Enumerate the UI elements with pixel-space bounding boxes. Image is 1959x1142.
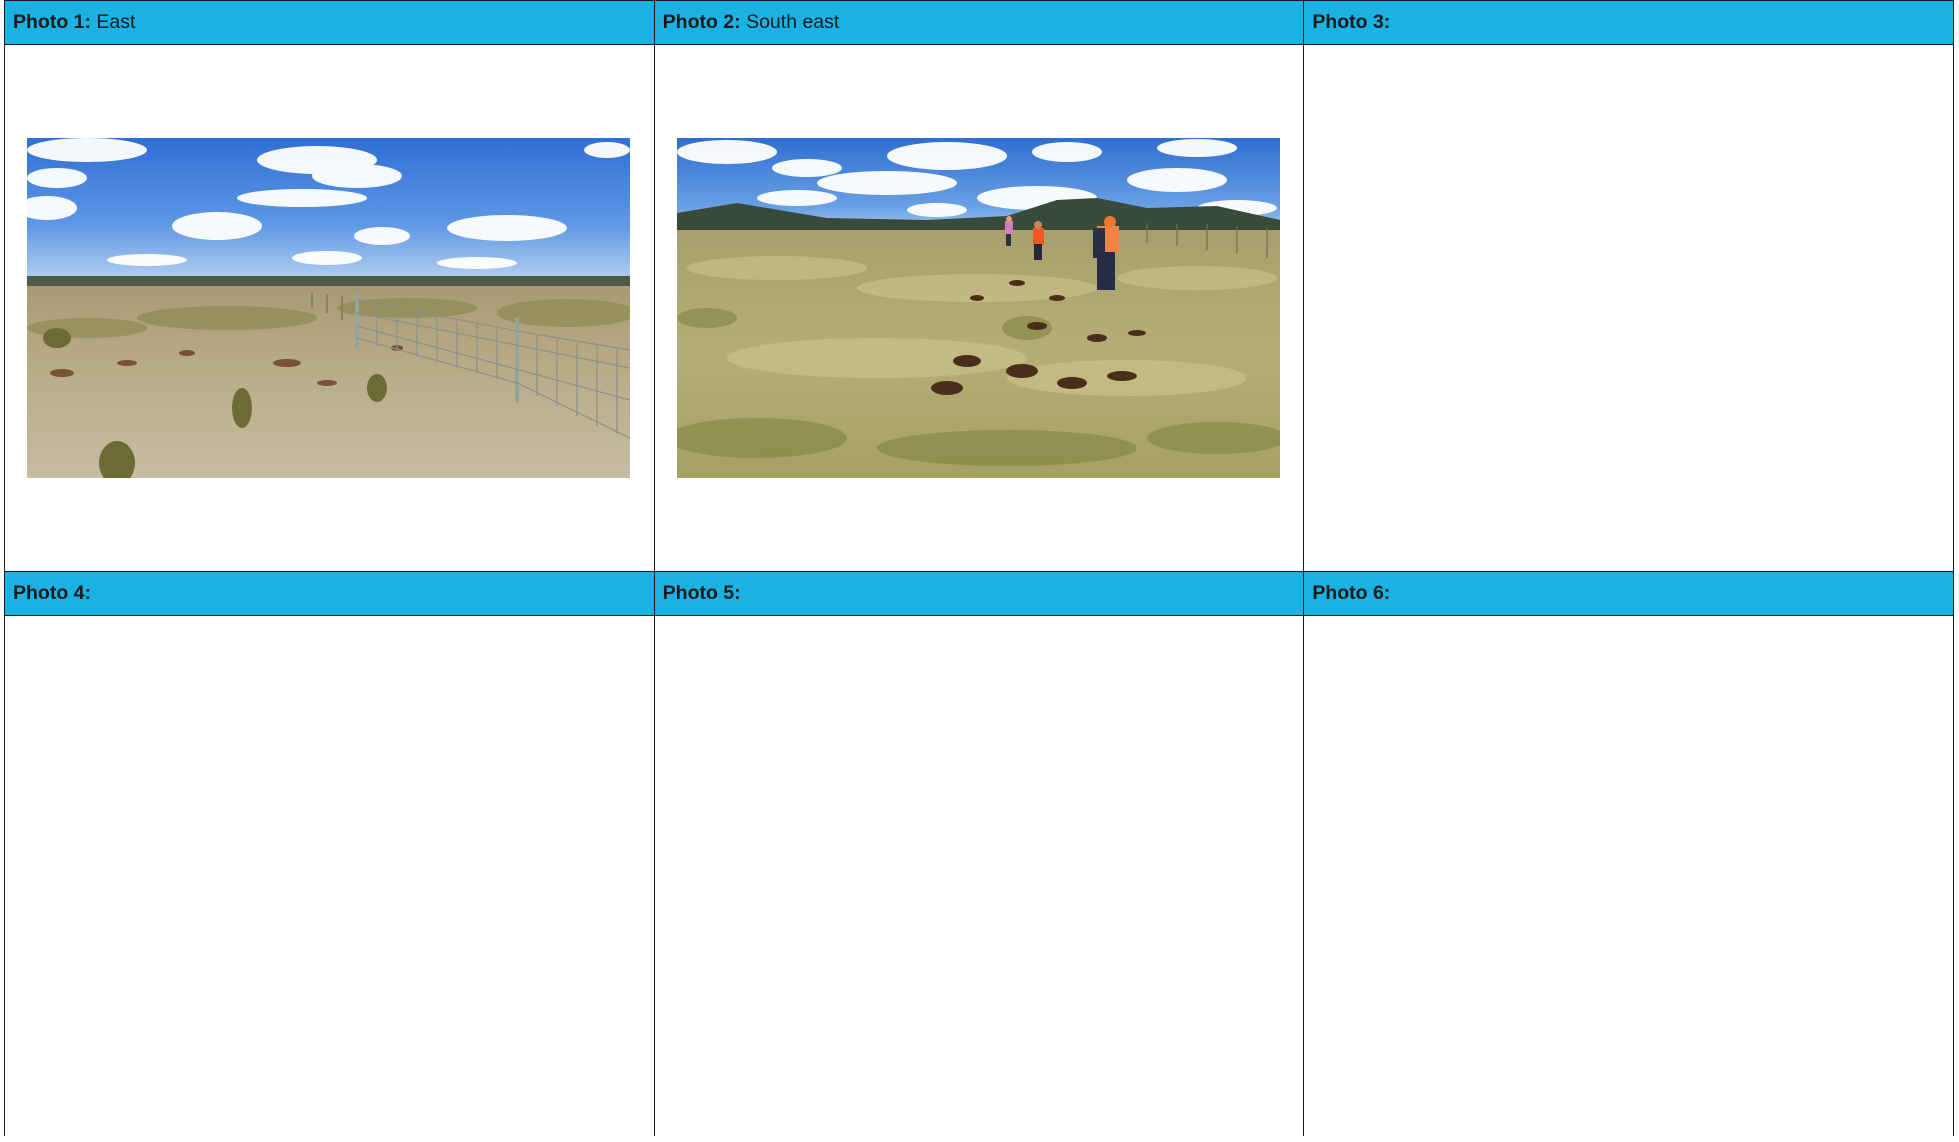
- photo-1-caption: East: [96, 11, 136, 33]
- photo-4-label: Photo 4:: [13, 582, 91, 604]
- photo-5-cell: [653, 615, 1305, 1136]
- photo-2-cell: [653, 44, 1305, 572]
- photo-2-header: Photo 2: South east: [653, 0, 1305, 45]
- photo-sheet: Photo 1: East Photo 2: South east Photo …: [4, 0, 1954, 1142]
- header-row-2: Photo 4: Photo 5: Photo 6:: [4, 571, 1954, 616]
- photo-2-image: [676, 138, 1280, 478]
- photo-6-label: Photo 6:: [1312, 582, 1391, 604]
- photo-5-label: Photo 5:: [662, 582, 741, 604]
- photo-5-header: Photo 5:: [653, 571, 1305, 616]
- photo-2-label: Photo 2:: [662, 11, 741, 33]
- photo-6-cell: [1303, 615, 1954, 1136]
- photo-grid: Photo 1: East Photo 2: South east Photo …: [4, 0, 1954, 1136]
- header-row-1: Photo 1: East Photo 2: South east Photo …: [4, 0, 1954, 45]
- photo-3-cell: [1303, 44, 1954, 572]
- photo-3-header: Photo 3:: [1303, 0, 1954, 45]
- photo-1-image: [27, 138, 630, 478]
- photo-2-caption: South east: [746, 11, 840, 33]
- photo-row-2: [4, 615, 1954, 1136]
- photo-1-label: Photo 1:: [13, 11, 91, 33]
- photo-3-label: Photo 3:: [1312, 11, 1391, 33]
- photo-1-header: Photo 1: East: [4, 0, 655, 45]
- photo-4-cell: [4, 615, 655, 1136]
- photo-1-cell: [4, 44, 655, 572]
- photo-row-1: [4, 44, 1954, 572]
- photo-6-header: Photo 6:: [1303, 571, 1954, 616]
- photo-4-header: Photo 4:: [4, 571, 655, 616]
